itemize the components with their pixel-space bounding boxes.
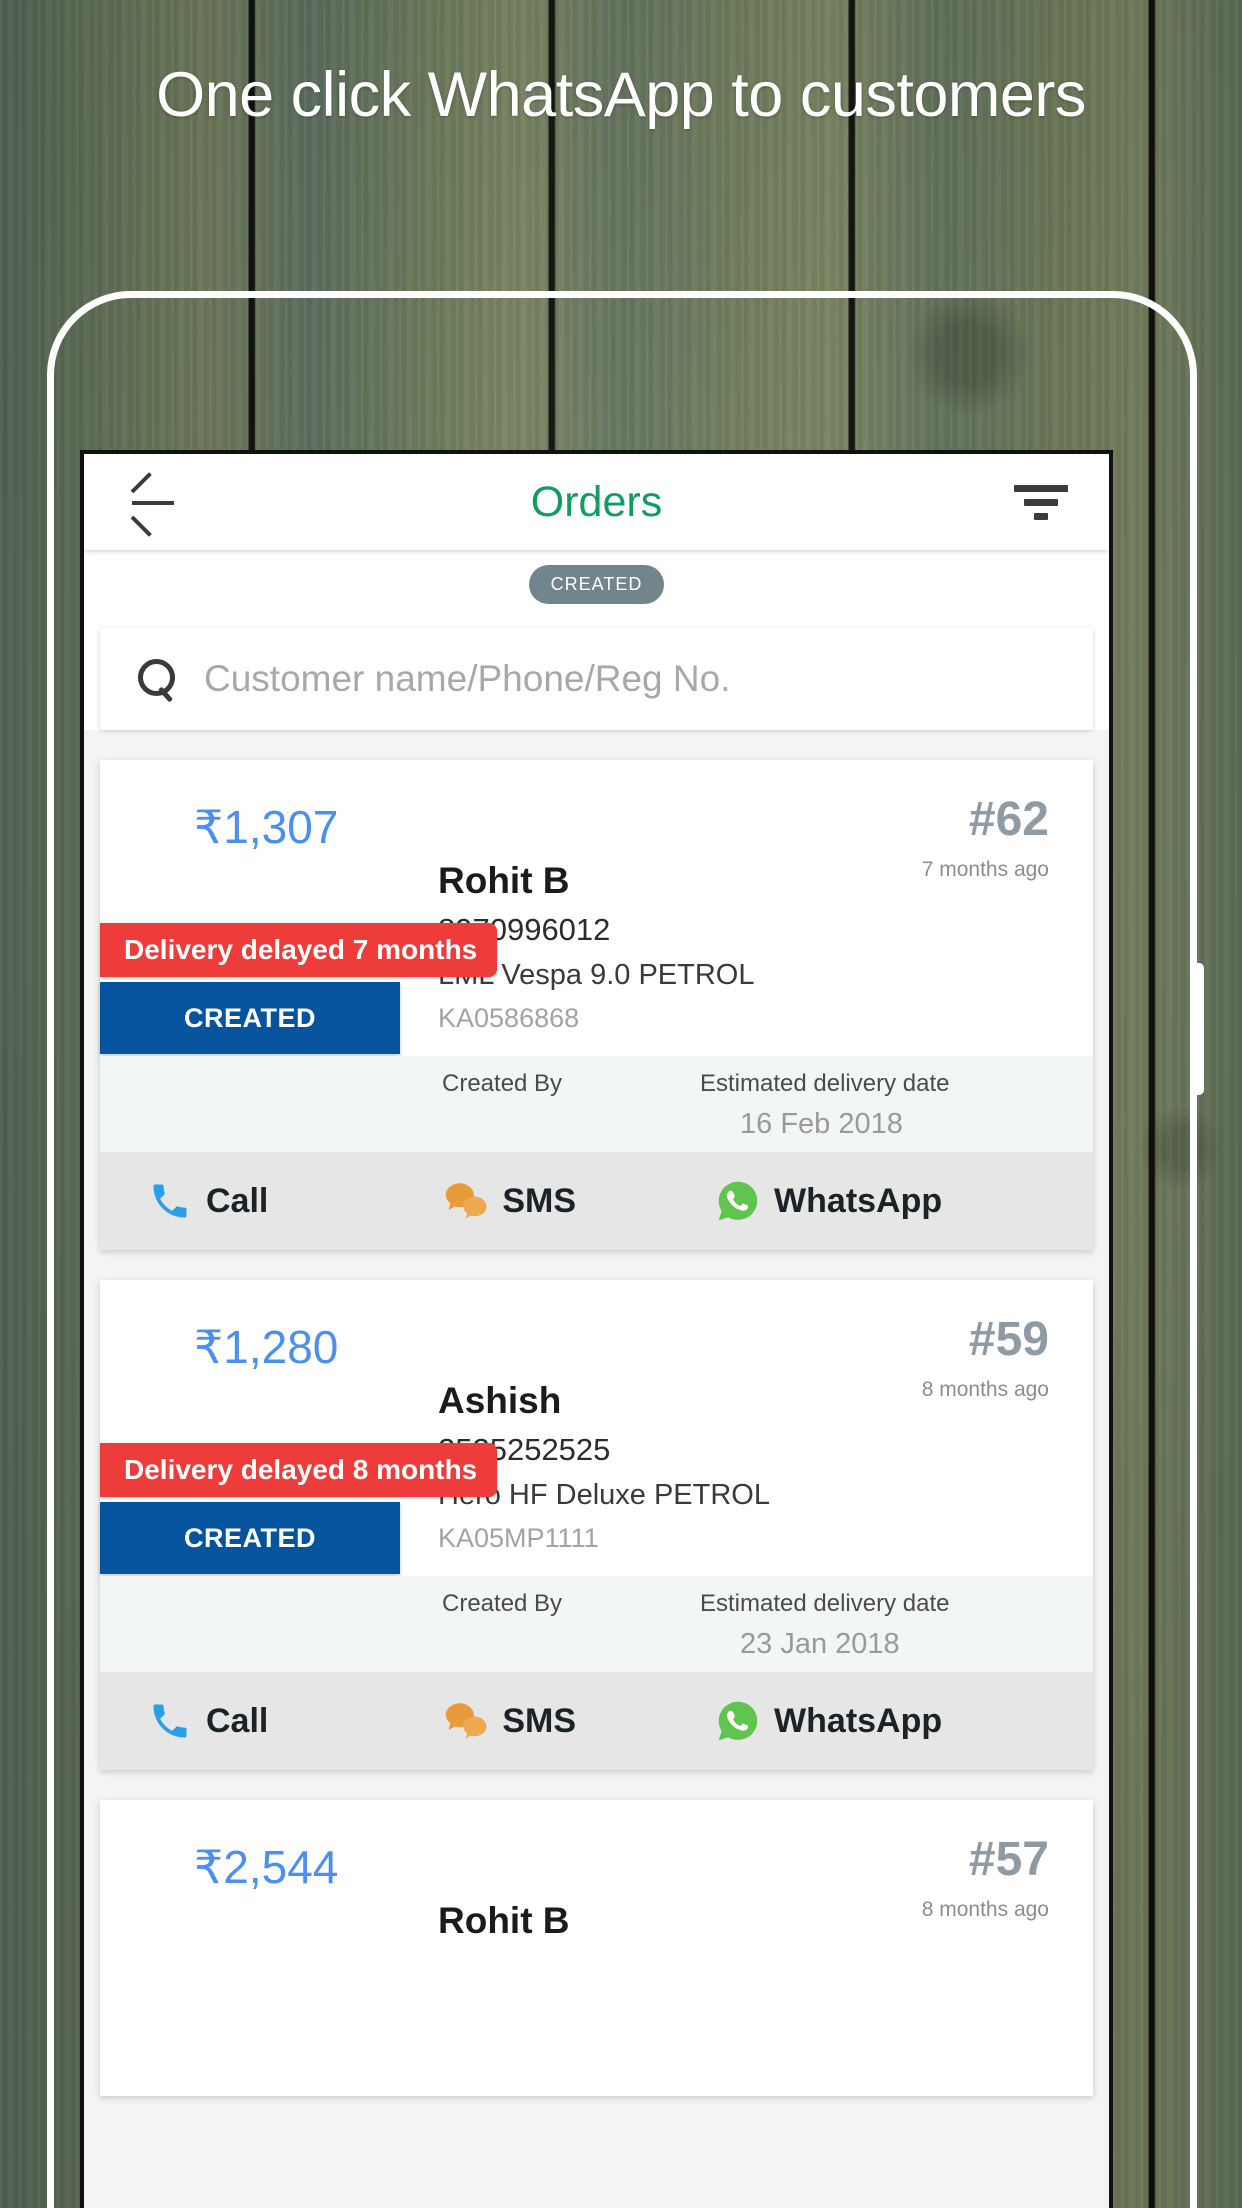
whatsapp-label: WhatsApp: [774, 1701, 943, 1740]
order-card[interactable]: ₹2,544 #57 8 months ago Rohit B: [100, 1800, 1093, 2096]
estimated-delivery-label: Estimated delivery date: [700, 1070, 950, 1097]
order-age: 8 months ago: [921, 1898, 1049, 1921]
order-meta: Created By Estimated delivery date 23 Ja…: [100, 1576, 1093, 1672]
estimated-delivery-label: Estimated delivery date: [700, 1590, 950, 1617]
order-card[interactable]: ₹1,280 #59 8 months ago Ashish 252525252…: [100, 1280, 1093, 1770]
sms-label: SMS: [502, 1701, 577, 1740]
promo-headline: One click WhatsApp to customers: [156, 60, 1086, 130]
order-amount: ₹2,544: [194, 1841, 339, 1893]
order-number: #59: [968, 1313, 1049, 1366]
customer-name: Ashish: [438, 1380, 562, 1421]
order-number: #57: [968, 1833, 1049, 1886]
vehicle-reg-no: KA05MP1111: [438, 1523, 599, 1553]
sms-button[interactable]: SMS: [444, 1699, 576, 1743]
order-age: 8 months ago: [921, 1378, 1049, 1401]
order-card-body: ₹2,544 #57 8 months ago Rohit B: [100, 1800, 1093, 2096]
orders-list: ₹1,307 #62 7 months ago Rohit B 89709960…: [84, 760, 1109, 2096]
sms-label: SMS: [502, 1181, 577, 1220]
whatsapp-icon: [716, 1179, 760, 1223]
whatsapp-label: WhatsApp: [774, 1181, 943, 1220]
sms-button[interactable]: SMS: [444, 1179, 576, 1223]
order-meta: Created By Estimated delivery date 16 Fe…: [100, 1056, 1093, 1152]
phone-side-button: [1191, 963, 1204, 1095]
search-box[interactable]: [100, 628, 1093, 730]
sms-icon: [444, 1179, 488, 1223]
back-arrow-icon[interactable]: [128, 476, 180, 537]
page-title: Orders: [530, 477, 663, 526]
order-number: #62: [968, 793, 1049, 846]
customer-name: Rohit B: [438, 860, 570, 901]
call-label: Call: [206, 1701, 269, 1740]
estimated-delivery-value: 16 Feb 2018: [740, 1108, 903, 1140]
whatsapp-button[interactable]: WhatsApp: [716, 1179, 942, 1223]
phone-icon: [148, 1699, 192, 1743]
customer-name: Rohit B: [438, 1900, 570, 1941]
order-card-body: ₹1,280 #59 8 months ago Ashish 252525252…: [100, 1280, 1093, 1576]
order-card[interactable]: ₹1,307 #62 7 months ago Rohit B 89709960…: [100, 760, 1093, 1250]
search-icon: [136, 657, 180, 701]
delay-badge: Delivery delayed 8 months: [100, 1443, 498, 1497]
call-button[interactable]: Call: [148, 1699, 268, 1743]
phone-screen: Orders CREATED ₹1,307 #62 7 months ago: [80, 450, 1113, 2208]
order-card-body: ₹1,307 #62 7 months ago Rohit B 89709960…: [100, 760, 1093, 1056]
status-filter-chip[interactable]: CREATED: [528, 564, 665, 604]
order-amount: ₹1,307: [194, 801, 339, 853]
order-age: 7 months ago: [921, 858, 1049, 881]
search-input[interactable]: [204, 658, 1093, 700]
filter-icon[interactable]: [1013, 481, 1069, 523]
phone-icon: [148, 1179, 192, 1223]
orders-scroll-area[interactable]: CREATED ₹1,307 #62 7 months ago Rohit B …: [84, 550, 1109, 2208]
order-amount: ₹1,280: [194, 1321, 339, 1373]
status-chip-bar: CREATED: [84, 550, 1109, 618]
estimated-delivery-value: 23 Jan 2018: [740, 1628, 900, 1660]
order-actions: Call SMS WhatsApp: [100, 1672, 1093, 1770]
order-status-button[interactable]: CREATED: [100, 1502, 400, 1574]
call-label: Call: [206, 1181, 269, 1220]
whatsapp-icon: [716, 1699, 760, 1743]
order-actions: Call SMS WhatsApp: [100, 1152, 1093, 1250]
sms-icon: [444, 1699, 488, 1743]
whatsapp-button[interactable]: WhatsApp: [716, 1699, 942, 1743]
call-button[interactable]: Call: [148, 1179, 268, 1223]
created-by-label: Created By: [442, 1590, 563, 1617]
app-bar: Orders: [84, 454, 1109, 550]
vehicle-reg-no: KA0586868: [438, 1003, 580, 1033]
delay-badge: Delivery delayed 7 months: [100, 923, 498, 977]
search-wrapper: [84, 618, 1109, 730]
order-status-button[interactable]: CREATED: [100, 982, 400, 1054]
created-by-label: Created By: [442, 1070, 563, 1097]
